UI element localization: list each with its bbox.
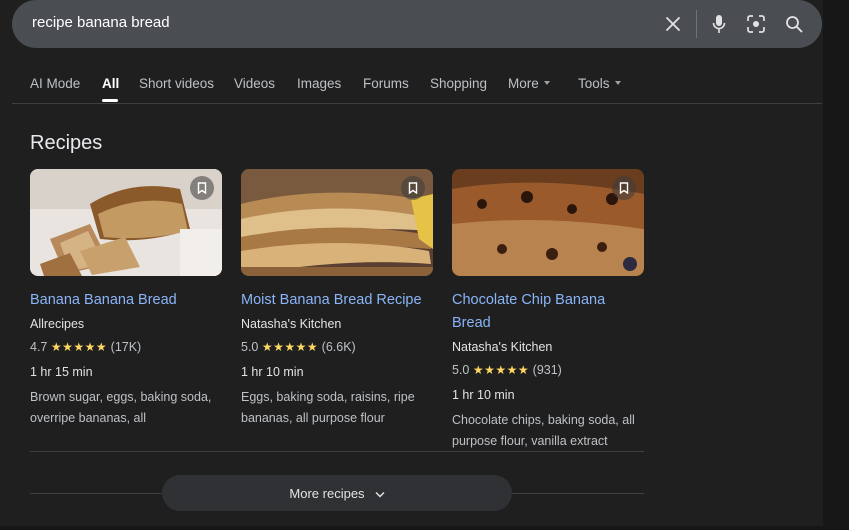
recipe-title[interactable]: Moist Banana Bread Recipe xyxy=(241,289,433,312)
recipe-source: Allrecipes xyxy=(30,317,85,331)
search-input[interactable]: recipe banana bread xyxy=(32,14,170,31)
tab-images[interactable]: Images xyxy=(297,76,341,91)
recipe-time: 1 hr 15 min xyxy=(30,365,93,379)
bookmark-icon[interactable] xyxy=(190,176,214,200)
tab-tools-label: Tools xyxy=(578,76,610,91)
star-rating-icon: ★★★★★ xyxy=(261,340,319,354)
search-divider xyxy=(696,10,697,38)
recipe-image[interactable] xyxy=(241,169,433,276)
recipe-source: Natasha's Kitchen xyxy=(452,340,553,354)
search-icon[interactable] xyxy=(783,13,805,35)
recipe-image[interactable] xyxy=(30,169,222,276)
recipe-rating: 5.0 ★★★★★ (6.6K) xyxy=(241,338,433,356)
recipe-title[interactable]: Chocolate Chip Banana Bread xyxy=(452,289,644,335)
tab-videos[interactable]: Videos xyxy=(234,76,275,91)
window-edge-bottom xyxy=(0,526,849,530)
review-count: (17K) xyxy=(110,340,142,354)
tab-more-label: More xyxy=(508,76,539,91)
review-count: (931) xyxy=(532,363,562,377)
section-title: Recipes xyxy=(30,132,103,154)
tab-more[interactable]: More xyxy=(508,76,550,91)
tab-all[interactable]: All xyxy=(102,76,119,91)
recipe-title[interactable]: Banana Banana Bread xyxy=(30,289,222,312)
clear-icon[interactable] xyxy=(662,13,684,35)
recipe-time: 1 hr 10 min xyxy=(452,388,515,402)
recipe-image[interactable] xyxy=(452,169,644,276)
recipe-ingredients: Eggs, baking soda, raisins, ripe bananas… xyxy=(241,390,415,425)
recipe-card[interactable]: Banana Banana Bread Allrecipes 4.7 ★★★★★… xyxy=(30,169,222,429)
more-recipes-button[interactable]: More recipes xyxy=(162,475,512,511)
tab-tools[interactable]: Tools xyxy=(578,76,621,91)
bookmark-icon[interactable] xyxy=(401,176,425,200)
more-recipes-label: More recipes xyxy=(289,485,365,501)
recipe-rating: 5.0 ★★★★★ (931) xyxy=(452,361,644,379)
review-count: (6.6K) xyxy=(321,340,356,354)
chevron-down-icon xyxy=(614,81,621,86)
star-rating-icon: ★★★★★ xyxy=(50,340,108,354)
microphone-icon[interactable] xyxy=(708,13,730,35)
recipe-time: 1 hr 10 min xyxy=(241,365,304,379)
tab-ai-mode[interactable]: AI Mode xyxy=(30,76,80,91)
tabs-divider xyxy=(12,103,822,104)
recipe-ingredients: Brown sugar, eggs, baking soda, overripe… xyxy=(30,390,212,425)
rating-value: 4.7 xyxy=(30,340,48,354)
recipe-ingredients: Chocolate chips, baking soda, all purpos… xyxy=(452,413,635,448)
section-divider xyxy=(30,451,644,452)
star-rating-icon: ★★★★★ xyxy=(472,363,530,377)
bookmark-icon[interactable] xyxy=(612,176,636,200)
tab-forums[interactable]: Forums xyxy=(363,76,409,91)
rating-value: 5.0 xyxy=(241,340,259,354)
recipe-card[interactable]: Chocolate Chip Banana Bread Natasha's Ki… xyxy=(452,169,644,452)
search-bar[interactable]: recipe banana bread xyxy=(12,0,822,48)
chevron-down-icon xyxy=(375,486,385,501)
tab-short-videos[interactable]: Short videos xyxy=(139,76,214,91)
active-tab-indicator xyxy=(102,99,118,102)
tab-shopping[interactable]: Shopping xyxy=(430,76,487,91)
lens-icon[interactable] xyxy=(745,13,767,35)
rating-value: 5.0 xyxy=(452,363,470,377)
recipe-rating: 4.7 ★★★★★ (17K) xyxy=(30,338,222,356)
chevron-down-icon xyxy=(543,81,550,86)
recipe-card[interactable]: Moist Banana Bread Recipe Natasha's Kitc… xyxy=(241,169,433,429)
window-edge xyxy=(823,0,849,530)
recipe-source: Natasha's Kitchen xyxy=(241,317,342,331)
